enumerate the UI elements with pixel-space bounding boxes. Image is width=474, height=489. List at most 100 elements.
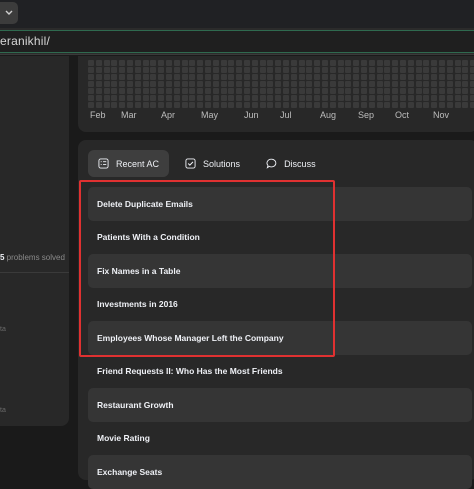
heatmap-cell xyxy=(298,67,305,73)
heatmap-cell xyxy=(275,95,282,101)
heatmap-cell xyxy=(329,60,336,66)
heatmap-cell xyxy=(259,81,266,87)
browser-tab-strip xyxy=(0,0,474,28)
heatmap-cell xyxy=(158,81,165,87)
solved-label: problems solved xyxy=(4,253,65,262)
heatmap-cell xyxy=(353,95,360,101)
heatmap-cell xyxy=(173,74,180,80)
list-item[interactable]: Fix Names in a Table xyxy=(88,254,472,288)
heatmap-cell xyxy=(127,81,133,87)
list-item[interactable]: Delete Duplicate Emails xyxy=(88,187,472,221)
heatmap-cell xyxy=(431,74,438,80)
heatmap-cell xyxy=(431,95,438,101)
tab-solutions[interactable]: Solutions xyxy=(175,150,250,177)
heatmap-cell xyxy=(267,60,274,66)
month-label: Sep xyxy=(358,110,375,120)
heatmap-cell xyxy=(111,88,118,94)
heatmap-cell xyxy=(228,95,235,101)
month-label: Jul xyxy=(280,110,292,120)
heatmap-cell xyxy=(134,95,141,101)
heatmap-cell xyxy=(95,95,102,101)
list-item[interactable]: Movie Rating xyxy=(88,422,472,456)
heatmap-cell xyxy=(314,81,321,87)
month-label: Nov xyxy=(433,110,450,120)
heatmap-cell xyxy=(400,95,406,101)
heatmap-cell xyxy=(407,81,414,87)
heatmap-cell xyxy=(376,102,383,108)
url-field[interactable] xyxy=(0,30,474,53)
url-text[interactable]: eranikhil/ xyxy=(0,34,50,48)
heatmap-cell xyxy=(283,67,289,73)
truncated-text: ta xyxy=(0,407,6,414)
heatmap-cell xyxy=(454,60,461,66)
heatmap-cell xyxy=(322,67,328,73)
heatmap-cell xyxy=(446,60,453,66)
list-item[interactable]: Restaurant Growth xyxy=(88,388,472,422)
heatmap-cell xyxy=(407,88,414,94)
heatmap-cell xyxy=(244,81,250,87)
heatmap-cell xyxy=(267,88,274,94)
heatmap-cell xyxy=(439,88,445,94)
heatmap-cell xyxy=(259,74,266,80)
heatmap-cell xyxy=(454,88,461,94)
heatmap-cell xyxy=(337,60,344,66)
recent-ac-list: Delete Duplicate Emails Patients With a … xyxy=(88,187,472,489)
heatmap-cell xyxy=(345,74,352,80)
heatmap-cell xyxy=(407,95,414,101)
heatmap-cell xyxy=(142,74,149,80)
heatmap-cell xyxy=(407,60,414,66)
heatmap-cell xyxy=(197,60,204,66)
list-item[interactable]: Friend Requests II: Who Has the Most Fri… xyxy=(88,355,472,389)
heatmap-cell xyxy=(220,95,227,101)
heatmap-cell xyxy=(150,74,157,80)
heatmap-cell xyxy=(423,102,430,108)
heatmap-cell xyxy=(267,74,274,80)
heatmap-cell xyxy=(470,74,474,80)
heatmap-cell xyxy=(197,67,204,73)
heatmap-cell xyxy=(392,60,399,66)
heatmap-cell xyxy=(134,74,141,80)
heatmap-cell xyxy=(111,60,118,66)
heatmap-cell xyxy=(158,74,165,80)
heatmap-cell xyxy=(251,95,258,101)
heatmap-cell xyxy=(205,67,211,73)
heatmap-cell xyxy=(95,74,102,80)
heatmap-cell xyxy=(142,81,149,87)
heatmap-cell xyxy=(368,74,375,80)
heatmap-cell xyxy=(251,88,258,94)
heatmap-cell xyxy=(322,60,328,66)
heatmap-cell xyxy=(454,67,461,73)
tab-discuss[interactable]: Discuss xyxy=(256,150,326,177)
heatmap-cell xyxy=(134,102,141,108)
heatmap-cell xyxy=(439,81,445,87)
heatmap-cell xyxy=(244,67,250,73)
heatmap-cell xyxy=(205,95,211,101)
list-item[interactable]: Investments in 2016 xyxy=(88,288,472,322)
list-item[interactable]: Employees Whose Manager Left the Company xyxy=(88,321,472,355)
heatmap-cell xyxy=(95,102,102,108)
list-item[interactable]: Exchange Seats xyxy=(88,455,472,489)
tab-scroll-button[interactable] xyxy=(0,2,18,24)
heatmap-cell xyxy=(462,60,469,66)
tab-recent-ac[interactable]: Recent AC xyxy=(88,150,170,177)
heatmap-cell xyxy=(462,102,469,108)
heatmap-cell xyxy=(197,81,204,87)
heatmap-cell xyxy=(283,81,289,87)
list-item[interactable]: Patients With a Condition xyxy=(88,221,472,255)
heatmap-cell xyxy=(415,74,422,80)
heatmap-cell xyxy=(228,102,235,108)
heatmap-cell xyxy=(181,74,188,80)
chat-bubble-icon xyxy=(266,158,277,169)
heatmap-cell xyxy=(127,74,133,80)
heatmap-cell xyxy=(298,60,305,66)
heatmap-cell xyxy=(111,74,118,80)
heatmap-cell xyxy=(290,67,297,73)
heatmap-cell xyxy=(189,88,196,94)
month-label: Oct xyxy=(395,110,410,120)
heatmap-cell xyxy=(259,88,266,94)
heatmap-cell xyxy=(220,88,227,94)
heatmap-cell xyxy=(251,67,258,73)
heatmap-cell xyxy=(119,102,126,108)
heatmap-cell xyxy=(361,95,367,101)
heatmap-cell xyxy=(329,102,336,108)
